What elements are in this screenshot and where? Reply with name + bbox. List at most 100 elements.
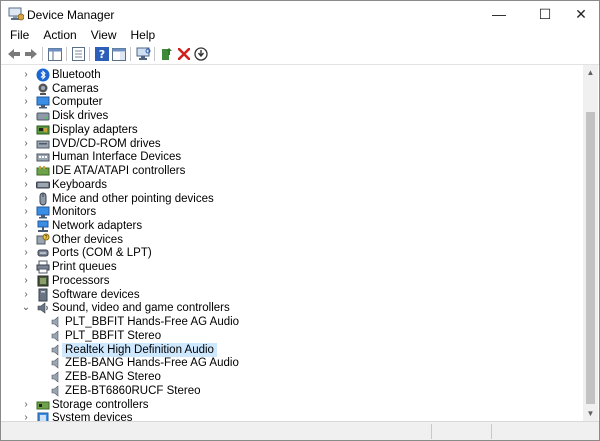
scroll-up-button[interactable]: ▲ bbox=[583, 65, 598, 80]
tree-category-item[interactable]: › Disk drives bbox=[5, 109, 583, 123]
show-hide-console-tree-button[interactable] bbox=[47, 46, 63, 62]
tree-item-label: ZEB-BT6860RUCF Stereo bbox=[65, 384, 201, 397]
tree-category-item[interactable]: › Software devices bbox=[5, 288, 583, 302]
expand-chevron-icon[interactable]: › bbox=[21, 193, 31, 204]
scan-hardware-button[interactable] bbox=[135, 46, 151, 62]
tree-category-item[interactable]: › Mice and other pointing devices bbox=[5, 192, 583, 206]
expand-chevron-icon[interactable]: › bbox=[21, 138, 31, 149]
network-adapter-icon bbox=[37, 220, 49, 233]
back-arrow-icon bbox=[8, 49, 20, 59]
uninstall-device-button[interactable] bbox=[176, 46, 192, 62]
expand-chevron-icon[interactable]: › bbox=[21, 275, 31, 286]
expand-chevron-icon[interactable]: › bbox=[21, 262, 31, 272]
port-icon bbox=[37, 249, 49, 257]
tree-device-item[interactable]: PLT_BBFIT Stereo bbox=[5, 329, 583, 343]
properties-icon bbox=[71, 47, 85, 61]
scroll-down-arrow-icon: ▼ bbox=[586, 409, 595, 418]
expand-chevron-icon[interactable]: › bbox=[21, 399, 31, 410]
tree-device-item[interactable]: Realtek High Definition Audio bbox=[5, 342, 583, 357]
tree-category-item[interactable]: › DVD/CD-ROM drives bbox=[5, 137, 583, 151]
tree-category-item[interactable]: › Storage controllers bbox=[5, 398, 583, 412]
disk-drive-icon bbox=[36, 112, 50, 121]
tree-item-label: Storage controllers bbox=[52, 398, 149, 411]
expand-chevron-icon[interactable]: › bbox=[21, 207, 31, 217]
tree-device-item[interactable]: PLT_BBFIT Hands-Free AG Audio bbox=[5, 315, 583, 329]
expand-chevron-icon[interactable]: › bbox=[21, 221, 31, 231]
tree-item-label: Disk drives bbox=[52, 110, 109, 123]
expand-chevron-icon[interactable]: › bbox=[21, 248, 31, 258]
tree-category-item[interactable]: › Ports (COM & LPT) bbox=[5, 246, 583, 260]
expand-chevron-icon[interactable]: › bbox=[21, 124, 31, 135]
tree-device-item[interactable]: ZEB-BT6860RUCF Stereo bbox=[5, 384, 583, 398]
tree-category-item[interactable]: › Display adapters bbox=[5, 123, 583, 137]
tree-category-item[interactable]: › Cameras bbox=[5, 82, 583, 96]
device-manager-app-icon bbox=[8, 7, 24, 21]
update-driver-button[interactable] bbox=[159, 46, 175, 62]
dvd-drive-icon bbox=[36, 140, 50, 149]
tree-item-label: Display adapters bbox=[52, 123, 138, 136]
svg-text:?: ? bbox=[45, 235, 48, 241]
expand-chevron-icon[interactable]: › bbox=[21, 70, 31, 80]
menu-view[interactable]: View bbox=[84, 27, 124, 43]
tree-category-item[interactable]: › Keyboards bbox=[5, 178, 583, 192]
collapse-chevron-icon[interactable]: ⌄ bbox=[21, 303, 31, 313]
tree-category-item[interactable]: › Print queues bbox=[5, 260, 583, 274]
back-button[interactable] bbox=[6, 46, 22, 62]
scroll-down-button[interactable]: ▼ bbox=[583, 406, 598, 421]
expand-chevron-icon[interactable]: › bbox=[21, 111, 31, 121]
disable-device-button[interactable] bbox=[193, 46, 209, 62]
expand-chevron-icon[interactable]: › bbox=[21, 234, 31, 245]
menu-bar: File Action View Help bbox=[1, 27, 599, 43]
expand-chevron-icon[interactable]: › bbox=[21, 152, 31, 162]
tree-category-item[interactable]: › IDE ATA/ATAPI controllers bbox=[5, 164, 583, 178]
maximize-button[interactable]: ☐ bbox=[525, 1, 565, 27]
tree-category-item[interactable]: › Human Interface Devices bbox=[5, 150, 583, 164]
expand-chevron-icon[interactable]: › bbox=[21, 413, 31, 421]
title-bar[interactable]: Device Manager — ☐ ✕ bbox=[1, 1, 599, 27]
tree-category-item[interactable]: › Computer bbox=[5, 95, 583, 109]
red-x-icon bbox=[178, 48, 190, 60]
status-pane bbox=[491, 424, 551, 439]
tree-device-item[interactable]: ZEB-BANG Stereo bbox=[5, 370, 583, 384]
vertical-scrollbar[interactable]: ▲ ▼ bbox=[583, 65, 598, 421]
expand-chevron-icon[interactable]: › bbox=[21, 179, 31, 190]
properties-button[interactable] bbox=[70, 46, 86, 62]
tree-category-item[interactable]: › Bluetooth bbox=[5, 68, 583, 82]
status-pane bbox=[431, 424, 491, 439]
tree-category-item[interactable]: › System devices bbox=[5, 411, 583, 421]
toolbar-separator bbox=[154, 47, 155, 61]
maximize-icon: ☐ bbox=[538, 5, 552, 22]
tree-category-item[interactable]: ›? Other devices bbox=[5, 233, 583, 247]
help-icon: ? bbox=[95, 47, 109, 61]
tree-item-label: Realtek High Definition Audio bbox=[62, 342, 217, 357]
scroll-up-arrow-icon: ▲ bbox=[586, 68, 595, 77]
expand-chevron-icon[interactable]: › bbox=[21, 289, 31, 300]
device-tree[interactable]: › Bluetooth › Cameras › Computer › Disk drives ›… bbox=[5, 65, 583, 421]
speaker-icon bbox=[51, 330, 59, 342]
tree-category-item[interactable]: ⌄ Sound, video and game controllers bbox=[5, 301, 583, 315]
software-device-icon bbox=[38, 288, 48, 302]
tree-category-item[interactable]: › Processors bbox=[5, 274, 583, 288]
help-button[interactable]: ? bbox=[94, 46, 110, 62]
tree-item-label: Sound, video and game controllers bbox=[52, 302, 230, 315]
scroll-thumb[interactable] bbox=[586, 112, 595, 404]
menu-help[interactable]: Help bbox=[124, 27, 163, 43]
expand-chevron-icon[interactable]: › bbox=[21, 83, 31, 94]
tree-category-item[interactable]: › Network adapters bbox=[5, 219, 583, 233]
tree-device-item[interactable]: ZEB-BANG Hands-Free AG Audio bbox=[5, 356, 583, 370]
sound-icon bbox=[37, 302, 48, 315]
minimize-icon: — bbox=[492, 6, 506, 22]
menu-file[interactable]: File bbox=[1, 27, 36, 43]
menu-action[interactable]: Action bbox=[36, 27, 83, 43]
monitor-icon bbox=[36, 206, 50, 219]
action-pane-button[interactable] bbox=[111, 46, 127, 62]
storage-controller-icon bbox=[36, 401, 50, 410]
close-button[interactable]: ✕ bbox=[561, 1, 600, 27]
tree-item-label: PLT_BBFIT Stereo bbox=[65, 329, 162, 342]
tree-category-item[interactable]: › Monitors bbox=[5, 205, 583, 219]
expand-chevron-icon[interactable]: › bbox=[21, 97, 31, 107]
minimize-button[interactable]: — bbox=[479, 1, 519, 27]
status-bar bbox=[1, 421, 599, 440]
expand-chevron-icon[interactable]: › bbox=[21, 166, 31, 176]
forward-button[interactable] bbox=[23, 46, 39, 62]
